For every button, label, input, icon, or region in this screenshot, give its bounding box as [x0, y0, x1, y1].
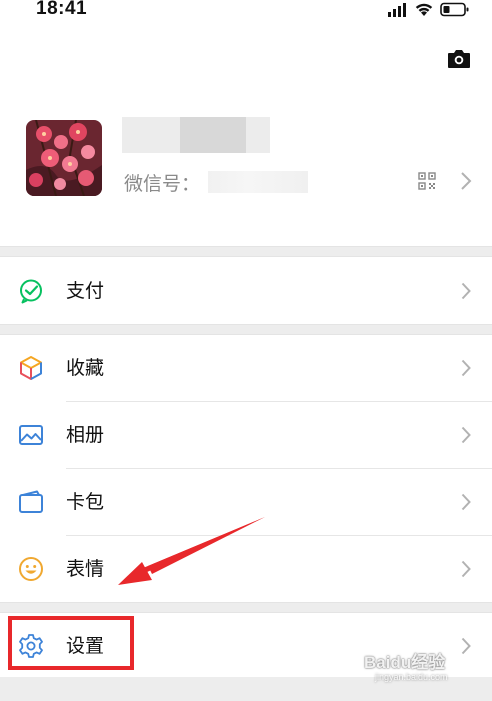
- status-bar: 18:41: [0, 0, 492, 24]
- watermark-sub: jingyan.baidu.com: [375, 672, 448, 682]
- nickname-blurred: [122, 117, 270, 153]
- chevron-right-icon: [461, 282, 471, 300]
- chevron-right-icon: [461, 637, 471, 655]
- card-wallet-icon: [19, 490, 43, 513]
- menu-item-album[interactable]: 相册: [0, 402, 492, 468]
- menu-item-favorites[interactable]: 收藏: [0, 335, 492, 401]
- chevron-right-icon: [461, 426, 471, 444]
- pay-icon: [20, 279, 42, 304]
- watermark: Baidu经验: [364, 653, 446, 672]
- qr-code-icon[interactable]: [418, 172, 436, 190]
- section-gap: [0, 324, 492, 335]
- menu-item-label: 表情: [66, 558, 105, 580]
- album-icon: [19, 425, 43, 445]
- sticker-icon: [19, 557, 43, 581]
- section-gap: [0, 602, 492, 613]
- chevron-right-icon: [461, 172, 472, 190]
- menu-item-label: 卡包: [66, 491, 105, 513]
- avatar[interactable]: [26, 120, 102, 196]
- wifi-icon: [415, 3, 433, 16]
- menu-item-card-wallet[interactable]: 卡包: [0, 469, 492, 535]
- menu-item-label: 收藏: [66, 357, 105, 379]
- menu-item-label: 相册: [66, 424, 105, 446]
- menu-item-label: 设置: [66, 635, 105, 657]
- wechat-id-label: 微信号：: [124, 172, 201, 195]
- settings-icon: [19, 634, 43, 658]
- camera-button[interactable]: [446, 48, 472, 70]
- wechat-id-blurred: [208, 171, 309, 193]
- section-gap: [0, 246, 492, 257]
- menu-item-pay[interactable]: 支付: [0, 258, 492, 324]
- status-icons: [388, 2, 470, 17]
- signal-icon: [388, 2, 406, 17]
- profile-header[interactable]: 微信号：: [0, 92, 492, 246]
- menu-item-sticker[interactable]: 表情: [0, 536, 492, 602]
- chevron-right-icon: [461, 359, 471, 377]
- status-time: 18:41: [36, 0, 88, 19]
- menu-item-label: 支付: [66, 280, 105, 302]
- chevron-right-icon: [461, 560, 471, 578]
- favorites-icon: [20, 356, 42, 380]
- camera-icon: [448, 50, 470, 68]
- battery-icon: [440, 2, 469, 17]
- wechat-id-row: 微信号：: [124, 170, 309, 195]
- chevron-right-icon: [461, 493, 471, 511]
